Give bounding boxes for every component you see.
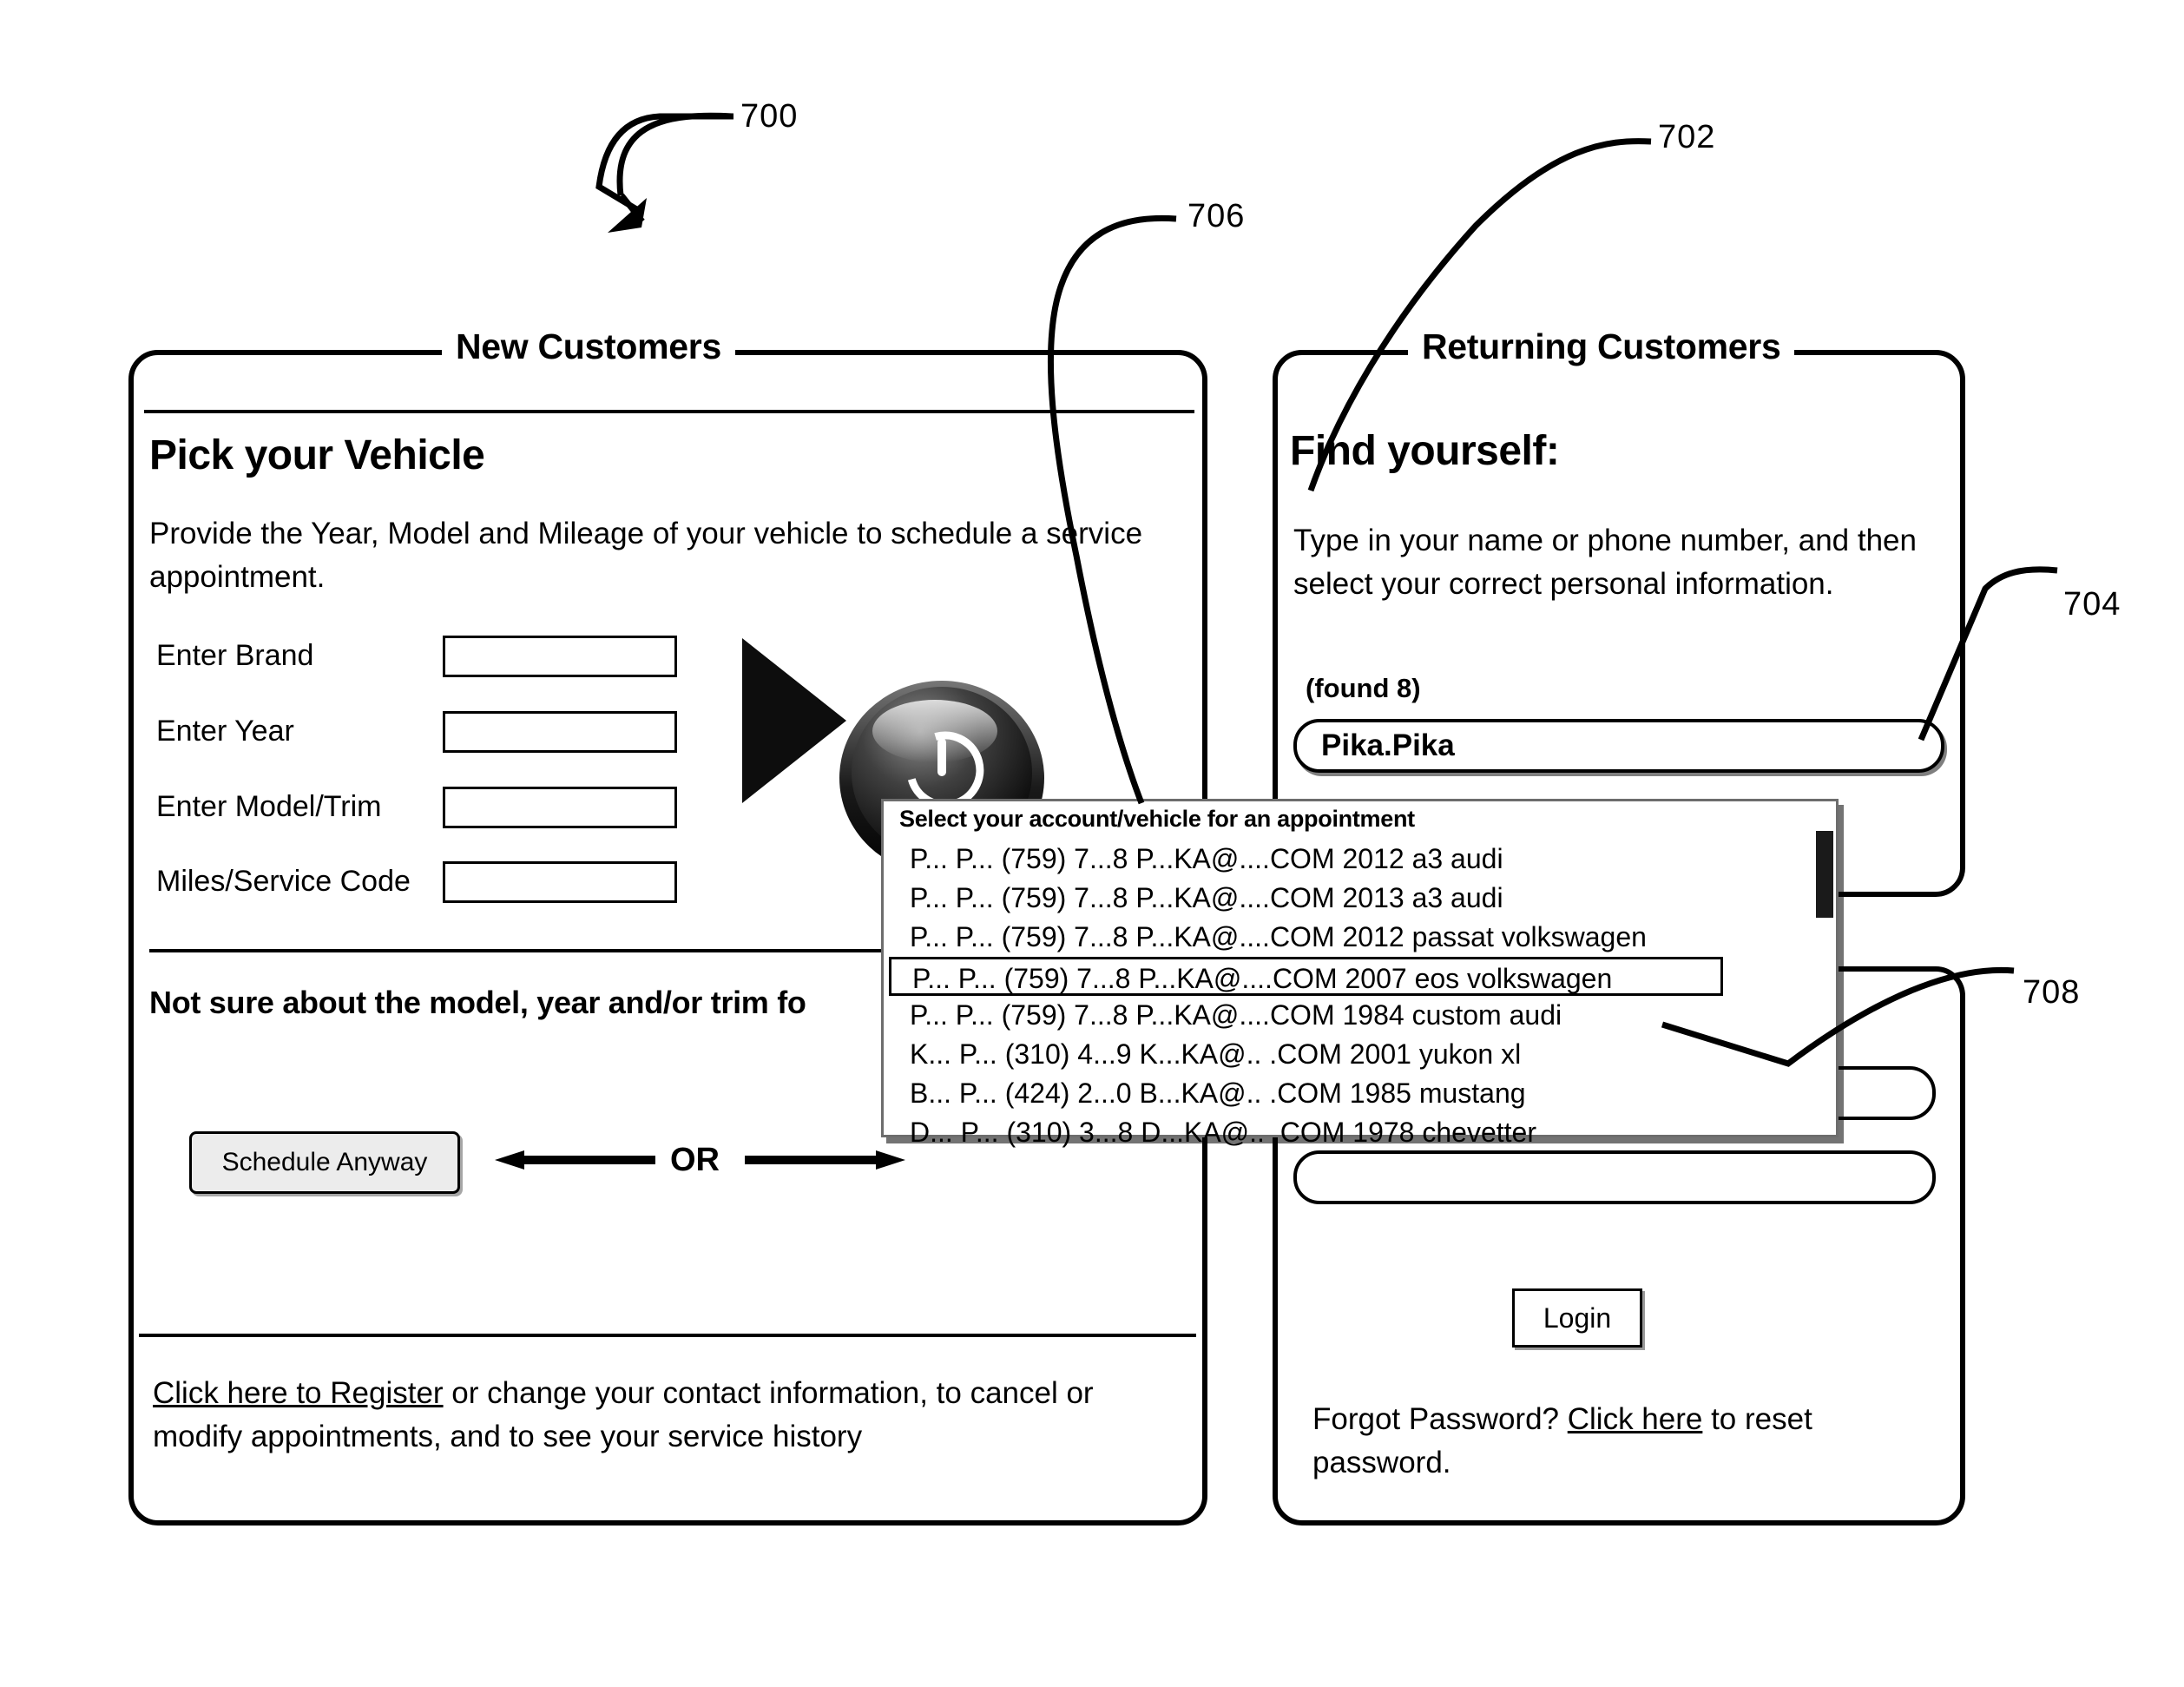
or-arrow-left-icon — [495, 1150, 655, 1170]
dropdown-title: Select your account/vehicle for an appoi… — [899, 806, 1415, 832]
dropdown-scrollbar-thumb[interactable] — [1816, 831, 1833, 918]
enter-year-input[interactable] — [443, 711, 677, 753]
callout-700: 700 — [740, 98, 799, 135]
dropdown-item[interactable]: P... P... (759) 7...8 P...KA@....COM 201… — [884, 840, 1836, 879]
pick-your-vehicle-heading: Pick your Vehicle — [149, 432, 485, 478]
not-sure-text: Not sure about the model, year and/or tr… — [149, 985, 806, 1020]
enter-model-trim-label: Enter Model/Trim — [156, 790, 382, 823]
dropdown-item[interactable]: P... P... (759) 7...8 P...KA@....COM 200… — [889, 957, 1723, 996]
dropdown-item[interactable]: B... P... (424) 2...0 B...KA@.. .COM 198… — [884, 1074, 1836, 1113]
enter-model-trim-input[interactable] — [443, 787, 677, 828]
dropdown-item[interactable]: K... P... (310) 4...9 K...KA@.. .COM 200… — [884, 1035, 1836, 1074]
schedule-anyway-button[interactable]: Schedule Anyway — [189, 1131, 460, 1194]
account-vehicle-dropdown[interactable]: Select your account/vehicle for an appoi… — [881, 799, 1839, 1148]
forgot-password-link[interactable]: Click here — [1568, 1402, 1703, 1436]
find-yourself-search-input[interactable] — [1293, 719, 1944, 773]
dropdown-item[interactable]: P... P... (759) 7...8 P...KA@....COM 198… — [884, 996, 1836, 1035]
register-text-block: Click here to Register or change your co… — [153, 1372, 1160, 1459]
dropdown-item[interactable]: D... P... (310) 3...8 D...KA@.. .COM 197… — [884, 1113, 1836, 1152]
login-button[interactable]: Login — [1512, 1288, 1642, 1348]
callout-702: 702 — [1658, 119, 1716, 155]
register-link[interactable]: Click here to Register — [153, 1376, 444, 1410]
register-rest-2: appointments, and to see your service hi… — [250, 1420, 863, 1453]
miles-service-code-input[interactable] — [443, 861, 677, 903]
dropdown-item[interactable]: P... P... (759) 7...8 P...KA@....COM 201… — [884, 918, 1836, 957]
find-yourself-description: Type in your name or phone number, and t… — [1293, 524, 1917, 601]
login-password-field[interactable] — [1293, 1150, 1936, 1204]
forgot-prefix: Forgot Password? — [1312, 1402, 1568, 1436]
new-customers-legend: New Customers — [442, 326, 735, 367]
callout-708: 708 — [2023, 974, 2081, 1011]
returning-customers-legend: Returning Customers — [1408, 326, 1795, 367]
dropdown-list: P... P... (759) 7...8 P...KA@....COM 201… — [884, 840, 1836, 1152]
forgot-password-text: Forgot Password? Click here to reset pas… — [1312, 1398, 1937, 1485]
callout-704: 704 — [2063, 586, 2122, 623]
or-label: OR — [670, 1142, 720, 1178]
pick-your-vehicle-description: Provide the Year, Model and Mileage of y… — [149, 517, 1143, 594]
enter-brand-input[interactable] — [443, 636, 677, 677]
left-panel-bottom-separator — [139, 1334, 1196, 1337]
found-count-label: (found 8) — [1306, 673, 1421, 703]
enter-year-label: Enter Year — [156, 715, 294, 748]
start-pointer-triangle-icon — [742, 638, 846, 803]
enter-brand-label: Enter Brand — [156, 639, 314, 672]
find-yourself-heading: Find yourself: — [1290, 428, 1560, 474]
callout-706: 706 — [1187, 198, 1246, 234]
dropdown-item[interactable]: P... P... (759) 7...8 P...KA@....COM 201… — [884, 879, 1836, 918]
or-arrow-right-icon — [745, 1150, 905, 1170]
miles-service-code-label: Miles/Service Code — [156, 865, 411, 898]
patent-figure: 700 702 704 706 708 New Customers Pick y… — [0, 0, 2184, 1687]
